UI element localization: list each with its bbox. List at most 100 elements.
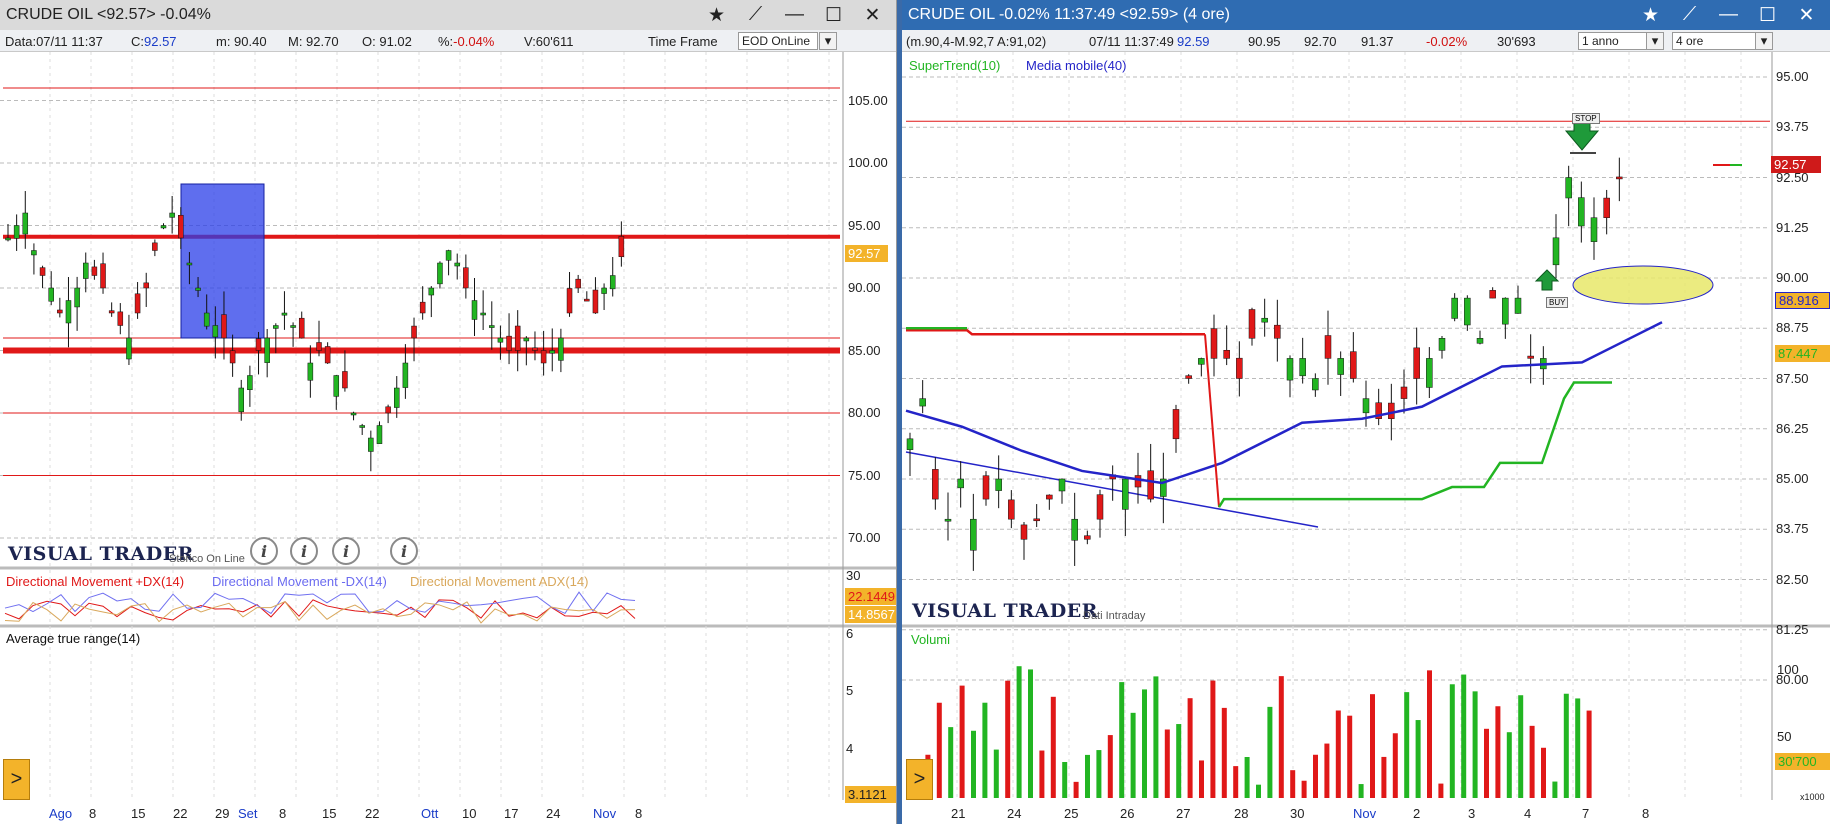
candle-body — [1350, 351, 1357, 379]
info-event-icon[interactable]: i — [290, 537, 318, 565]
date-tick-label: 3 — [1468, 806, 1476, 821]
volume-bar — [1130, 712, 1136, 798]
candle-body — [31, 250, 37, 256]
price-tick-label: 86.25 — [1776, 420, 1809, 436]
volume-bar — [959, 685, 965, 798]
volume-bar — [1427, 670, 1432, 798]
candle-body — [1223, 349, 1230, 359]
date-tick-label: Ago — [49, 806, 73, 821]
candle-body — [489, 325, 495, 328]
volume-bar — [1461, 674, 1467, 798]
candle-body — [1337, 358, 1344, 375]
candle-body — [1046, 494, 1053, 500]
candle-body — [1578, 197, 1585, 227]
date-tick-label: 22 — [365, 806, 380, 821]
volume-bar — [1221, 707, 1227, 798]
volume-bar — [1506, 732, 1512, 798]
volume-bar — [1392, 733, 1398, 798]
candle-body — [1058, 478, 1066, 492]
candle-body — [1185, 375, 1192, 379]
volume-bar — [1324, 743, 1330, 798]
supertrend-line-red — [906, 329, 1205, 336]
volume-bar — [948, 727, 954, 798]
date-tick-label: 24 — [1007, 806, 1022, 821]
volume-value-tag: 30'700 — [1775, 753, 1830, 770]
candle-body — [195, 287, 201, 291]
candle-body — [970, 518, 977, 551]
info-event-icon[interactable]: i — [250, 537, 278, 565]
volume-bar — [993, 749, 999, 798]
price-tick-label: 87.50 — [1776, 370, 1809, 386]
candle-body — [178, 214, 184, 239]
right-scroll-arrow-button[interactable]: > — [906, 759, 933, 800]
right-chart-canvas[interactable] — [902, 0, 1830, 824]
dmi-value-1: 22.1449 — [845, 588, 896, 605]
left-chart-canvas[interactable] — [0, 0, 897, 824]
volume-bar — [1210, 680, 1216, 798]
buy-signal-label: BUY — [1546, 297, 1569, 308]
candle-body — [1274, 324, 1281, 339]
candle-body — [273, 325, 279, 329]
left-scroll-arrow-button[interactable]: > — [3, 759, 30, 800]
candle-body — [359, 425, 365, 428]
candle-body — [454, 262, 460, 267]
price-tick-label: 83.75 — [1776, 521, 1809, 537]
volume-bar — [936, 702, 942, 798]
candle-body — [995, 478, 1002, 491]
right-last-price-tag: 92.57 — [1771, 156, 1821, 173]
volume-bar — [1199, 760, 1204, 798]
candle-body — [575, 278, 581, 289]
candle-body — [212, 325, 219, 338]
candle-body — [307, 362, 314, 381]
buy-arrow-icon — [1534, 269, 1560, 291]
candle-body — [584, 298, 590, 302]
price-tick-label: 75.00 — [848, 467, 881, 483]
price-tick-label: 100.00 — [848, 155, 888, 170]
supertrend-line-red — [1204, 334, 1220, 508]
candle-body — [376, 425, 383, 444]
volume-bar — [1244, 757, 1250, 798]
candle-body — [368, 437, 374, 452]
candle-body — [5, 237, 11, 241]
candle-body — [65, 300, 72, 324]
supertrend-line-green — [1217, 381, 1612, 508]
candle-body — [437, 262, 443, 285]
candle-body — [1071, 518, 1078, 541]
candle-body — [298, 317, 305, 339]
candle-body — [57, 309, 63, 314]
volume-bar — [1142, 689, 1147, 798]
volume-axis-50: 50 — [1777, 729, 1792, 744]
candle-body — [264, 337, 270, 363]
volume-bar — [1176, 724, 1182, 798]
volume-bar — [1404, 692, 1410, 798]
candle-body — [74, 287, 80, 308]
atr-axis-6: 6 — [846, 626, 854, 641]
candle-body — [91, 266, 98, 276]
candle-body — [290, 325, 296, 328]
candle-body — [402, 362, 409, 388]
dmi-plus-label: Directional Movement +DX(14) — [6, 574, 185, 589]
candle-body — [1096, 494, 1104, 520]
trendline — [905, 451, 1319, 528]
candle-body — [117, 311, 124, 326]
date-tick-label: 24 — [546, 806, 561, 821]
atr-label: Average true range(14) — [6, 631, 141, 646]
candle-body — [982, 475, 990, 500]
candle-body — [169, 212, 175, 218]
volume-bar — [1449, 684, 1455, 798]
candle-body — [471, 300, 478, 320]
candle-body — [1527, 355, 1534, 359]
candle-body — [1286, 358, 1294, 381]
candle-body — [1476, 338, 1484, 344]
volume-bar — [1472, 691, 1478, 798]
candle-body — [1489, 290, 1496, 299]
info-event-icon[interactable]: i — [332, 537, 360, 565]
candle-body — [419, 301, 426, 314]
price-tick-label: 95.00 — [1776, 69, 1809, 84]
price-tick-label: 91.25 — [1776, 219, 1809, 235]
volume-bar — [1438, 783, 1444, 798]
candle-body — [609, 275, 616, 290]
candle-body — [932, 469, 939, 500]
volume-bar — [1256, 784, 1261, 798]
info-event-icon[interactable]: i — [390, 537, 418, 565]
